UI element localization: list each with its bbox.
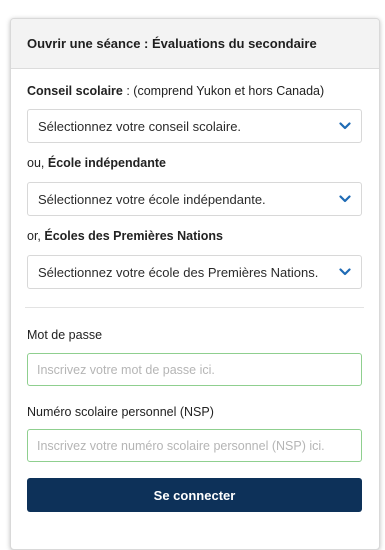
school-board-label: Conseil scolaire : (comprend Yukon et ho… — [27, 84, 362, 99]
school-board-select-value: Sélectionnez votre conseil scolaire. — [38, 118, 242, 134]
password-field[interactable] — [27, 353, 362, 386]
first-nations-school-select[interactable]: Sélectionnez votre école des Premières N… — [27, 255, 362, 289]
pen-field[interactable] — [27, 429, 362, 462]
first-nations-school-select-value: Sélectionnez votre école des Premières N… — [38, 264, 319, 280]
chevron-down-icon — [339, 193, 351, 205]
chevron-down-icon — [339, 120, 351, 132]
login-button[interactable]: Se connecter — [27, 478, 362, 512]
pen-input[interactable] — [37, 438, 352, 453]
independent-school-select-value: Sélectionnez votre école indépendante. — [38, 191, 266, 207]
independent-school-select[interactable]: Sélectionnez votre école indépendante. — [27, 182, 362, 216]
independent-school-label-strong: École indépendante — [47, 156, 166, 170]
school-board-label-note: : (comprend Yukon et hors Canada) — [122, 84, 325, 98]
school-board-label-strong: Conseil scolaire — [27, 84, 123, 98]
login-panel: Ouvrir une séance : Évaluations du secon… — [10, 18, 380, 550]
independent-school-label-prefix: ou, — [27, 156, 48, 170]
pen-label: Numéro scolaire personnel (NSP) — [27, 405, 214, 419]
password-label: Mot de passe — [27, 328, 103, 342]
first-nations-school-label: or, Écoles des Premières Nations — [27, 229, 362, 244]
section-divider — [25, 307, 364, 308]
panel-title: Ouvrir une séance : Évaluations du secon… — [11, 19, 379, 69]
chevron-down-icon — [339, 266, 351, 278]
login-form: Conseil scolaire : (comprend Yukon et ho… — [11, 84, 379, 512]
school-board-select[interactable]: Sélectionnez votre conseil scolaire. — [27, 109, 362, 143]
first-nations-school-label-prefix: or, — [27, 229, 45, 243]
independent-school-label: ou, École indépendante — [27, 156, 362, 171]
password-input[interactable] — [37, 362, 352, 377]
first-nations-school-label-strong: Écoles des Premières Nations — [44, 229, 223, 243]
